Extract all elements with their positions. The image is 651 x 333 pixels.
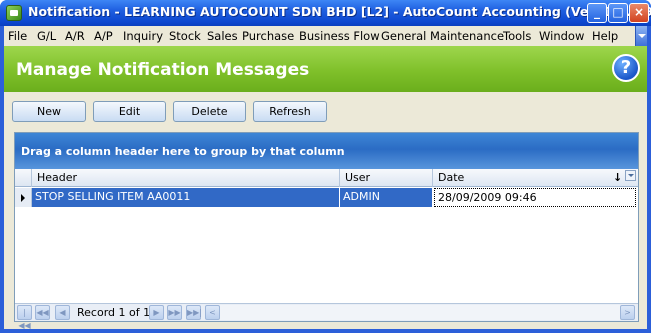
menu-general-maintenance[interactable]: General Maintenance <box>381 29 504 43</box>
menu-help[interactable]: Help <box>592 29 618 43</box>
sort-descending-icon: ↓ <box>613 171 623 184</box>
refresh-button[interactable]: Refresh <box>253 101 327 122</box>
column-header-date[interactable]: Date <box>433 169 638 187</box>
app-icon[interactable] <box>6 5 22 21</box>
scroll-left-icon[interactable]: < <box>205 305 220 320</box>
menu-sales[interactable]: Sales <box>207 29 238 43</box>
group-by-hint: Drag a column header here to group by th… <box>21 145 345 158</box>
menu-stock[interactable]: Stock <box>169 29 201 43</box>
menu-inquiry[interactable]: Inquiry <box>123 29 163 43</box>
cell-header[interactable]: STOP SELLING ITEM AA0011 <box>32 188 340 207</box>
table-row[interactable]: STOP SELLING ITEM AA0011 ADMIN 28/09/200… <box>15 188 638 207</box>
previous-record-icon[interactable]: ◀ <box>55 305 70 320</box>
minimize-button[interactable]: _ <box>587 3 607 23</box>
page-title: Manage Notification Messages <box>16 60 310 80</box>
app-window: Notification - LEARNING AUTOCOUNT SDN BH… <box>0 0 651 333</box>
menu-window[interactable]: Window <box>539 29 584 43</box>
menu-file[interactable]: File <box>8 29 27 43</box>
group-by-panel[interactable]: Drag a column header here to group by th… <box>15 133 638 169</box>
menu-bar: File G/L A/R A/P Inquiry Stock Sales Pur… <box>4 26 647 46</box>
page-header: Manage Notification Messages ? <box>4 46 647 92</box>
window-title: Notification - LEARNING AUTOCOUNT SDN BH… <box>28 4 651 19</box>
row-pointer-icon <box>15 188 32 207</box>
new-button[interactable]: New <box>12 101 86 122</box>
menu-ap[interactable]: A/P <box>94 29 113 43</box>
menu-tools[interactable]: Tools <box>503 29 531 43</box>
previous-page-icon[interactable]: ◀◀ <box>35 305 50 320</box>
menu-overflow-chevron-icon[interactable] <box>635 26 647 46</box>
menu-business-flow[interactable]: Business Flow <box>299 29 380 43</box>
column-header-user[interactable]: User <box>340 169 433 187</box>
record-navigator: |◀◀ ◀◀ ◀ Record 1 of 1 ▶ ▶▶ ▶▶| < > <box>15 303 638 330</box>
close-button[interactable]: × <box>629 3 649 23</box>
cell-user[interactable]: ADMIN <box>340 188 433 207</box>
next-record-icon[interactable]: ▶ <box>149 305 164 320</box>
next-page-icon[interactable]: ▶▶ <box>167 305 182 320</box>
column-chooser-icon[interactable] <box>625 170 636 181</box>
first-record-icon[interactable]: |◀◀ <box>17 305 32 330</box>
title-bar[interactable]: Notification - LEARNING AUTOCOUNT SDN BH… <box>0 0 651 26</box>
edit-button[interactable]: Edit <box>93 101 166 122</box>
menu-purchase[interactable]: Purchase <box>242 29 294 43</box>
column-header-row: Header User Date ↓ <box>15 169 638 187</box>
main-content: Manage Notification Messages ? New Edit … <box>4 46 647 330</box>
maximize-button[interactable]: □ <box>608 3 628 23</box>
delete-button[interactable]: Delete <box>173 101 246 122</box>
menu-ar[interactable]: A/R <box>65 29 85 43</box>
horizontal-scrollbar[interactable]: < > <box>205 305 635 320</box>
row-indicator-header <box>15 169 32 187</box>
help-icon[interactable]: ? <box>612 54 640 82</box>
scroll-right-icon[interactable]: > <box>620 305 635 320</box>
record-counter: Record 1 of 1 <box>77 306 151 319</box>
notification-grid: Drag a column header here to group by th… <box>14 132 639 330</box>
menu-gl[interactable]: G/L <box>37 29 56 43</box>
cell-date[interactable]: 28/09/2009 09:46 <box>434 188 636 207</box>
column-header-header[interactable]: Header <box>32 169 340 187</box>
last-record-icon[interactable]: ▶▶| <box>186 305 202 320</box>
